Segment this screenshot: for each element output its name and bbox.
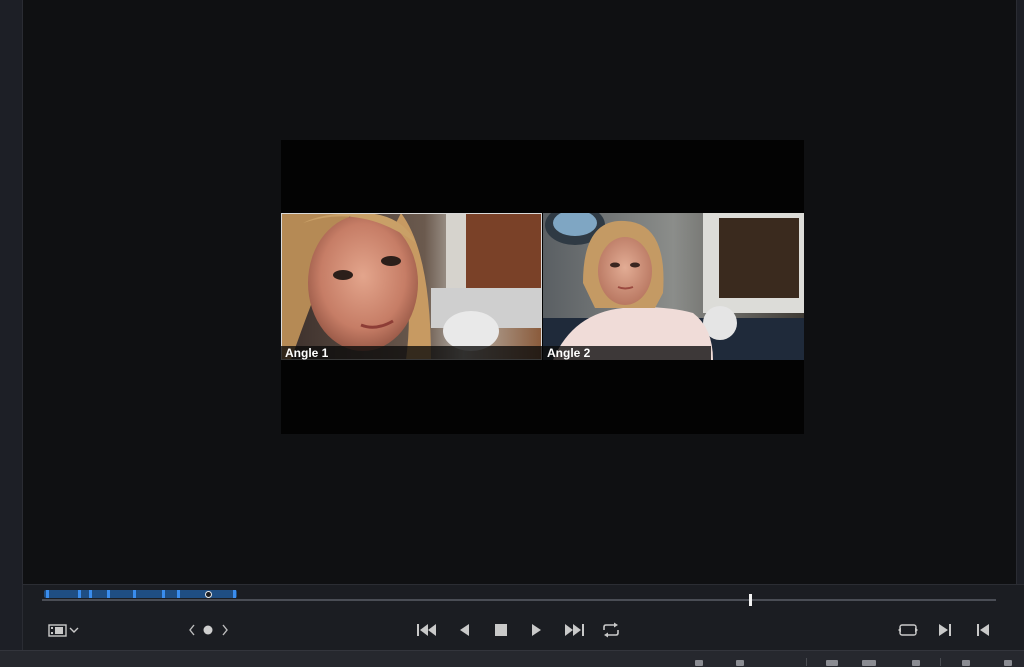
marker-dot-icon: [203, 625, 213, 635]
toolbar-icon[interactable]: [736, 660, 744, 666]
chevron-left-icon: [189, 624, 195, 636]
left-panel-edge: [0, 0, 23, 666]
viewer: Angle 1 Angle 2: [23, 0, 1016, 584]
previous-edit-icon: [977, 624, 989, 636]
jump-to-end-icon: [565, 624, 584, 636]
play-reverse-icon: [460, 624, 469, 636]
next-edit-icon: [939, 624, 951, 636]
angle-2-image: [543, 213, 804, 360]
match-frame-icon: [898, 624, 918, 636]
clip-marker: [177, 590, 180, 598]
toolbar-icon[interactable]: [826, 660, 838, 666]
angle-1-label: Angle 1: [285, 346, 329, 360]
clip-marker: [107, 590, 110, 598]
playhead[interactable]: [749, 594, 752, 606]
toolbar-icon[interactable]: [962, 660, 970, 666]
scrubber-track[interactable]: [42, 599, 996, 601]
clip-marker: [46, 590, 49, 598]
viewer-menu-button[interactable]: [44, 619, 84, 641]
jump-to-end-button[interactable]: [562, 619, 586, 641]
clip-marker: [78, 590, 81, 598]
angle-2-label: Angle 2: [547, 346, 591, 360]
toolbar-icon[interactable]: [912, 660, 920, 666]
match-frame-button[interactable]: [896, 619, 920, 641]
previous-edit-button[interactable]: [974, 619, 992, 641]
play-button[interactable]: [527, 619, 547, 641]
loop-icon: [603, 622, 619, 638]
marker-button[interactable]: [201, 620, 215, 640]
angle-2-tile[interactable]: Angle 2: [543, 213, 804, 360]
chevron-down-icon: [69, 627, 79, 633]
stop-button[interactable]: [491, 619, 511, 641]
loop-button[interactable]: [600, 619, 622, 641]
jump-to-start-button[interactable]: [415, 619, 439, 641]
chevron-right-icon: [222, 624, 228, 636]
right-panel-edge: [1016, 0, 1024, 584]
clip-marker: [133, 590, 136, 598]
marker-dot[interactable]: [205, 591, 212, 598]
toolbar-divider: [806, 658, 807, 666]
play-reverse-button[interactable]: [454, 619, 474, 641]
next-edit-button[interactable]: [936, 619, 954, 641]
clip-marker: [162, 590, 165, 598]
clip-marker: [89, 590, 92, 598]
play-icon: [532, 624, 541, 636]
toolbar-icon[interactable]: [862, 660, 876, 666]
next-marker-button[interactable]: [218, 620, 232, 640]
angle-1-image: [281, 213, 542, 360]
film-strip-icon: [48, 624, 67, 637]
toolbar-icon[interactable]: [1004, 660, 1012, 666]
stop-icon: [495, 624, 507, 636]
toolbar-icon[interactable]: [695, 660, 703, 666]
clip-marker: [233, 590, 236, 598]
angle-1-tile[interactable]: Angle 1: [281, 213, 542, 360]
toolbar-divider: [940, 658, 941, 666]
jump-to-start-icon: [417, 624, 436, 636]
multicam-viewer: Angle 1 Angle 2: [281, 140, 804, 434]
previous-marker-button[interactable]: [185, 620, 199, 640]
